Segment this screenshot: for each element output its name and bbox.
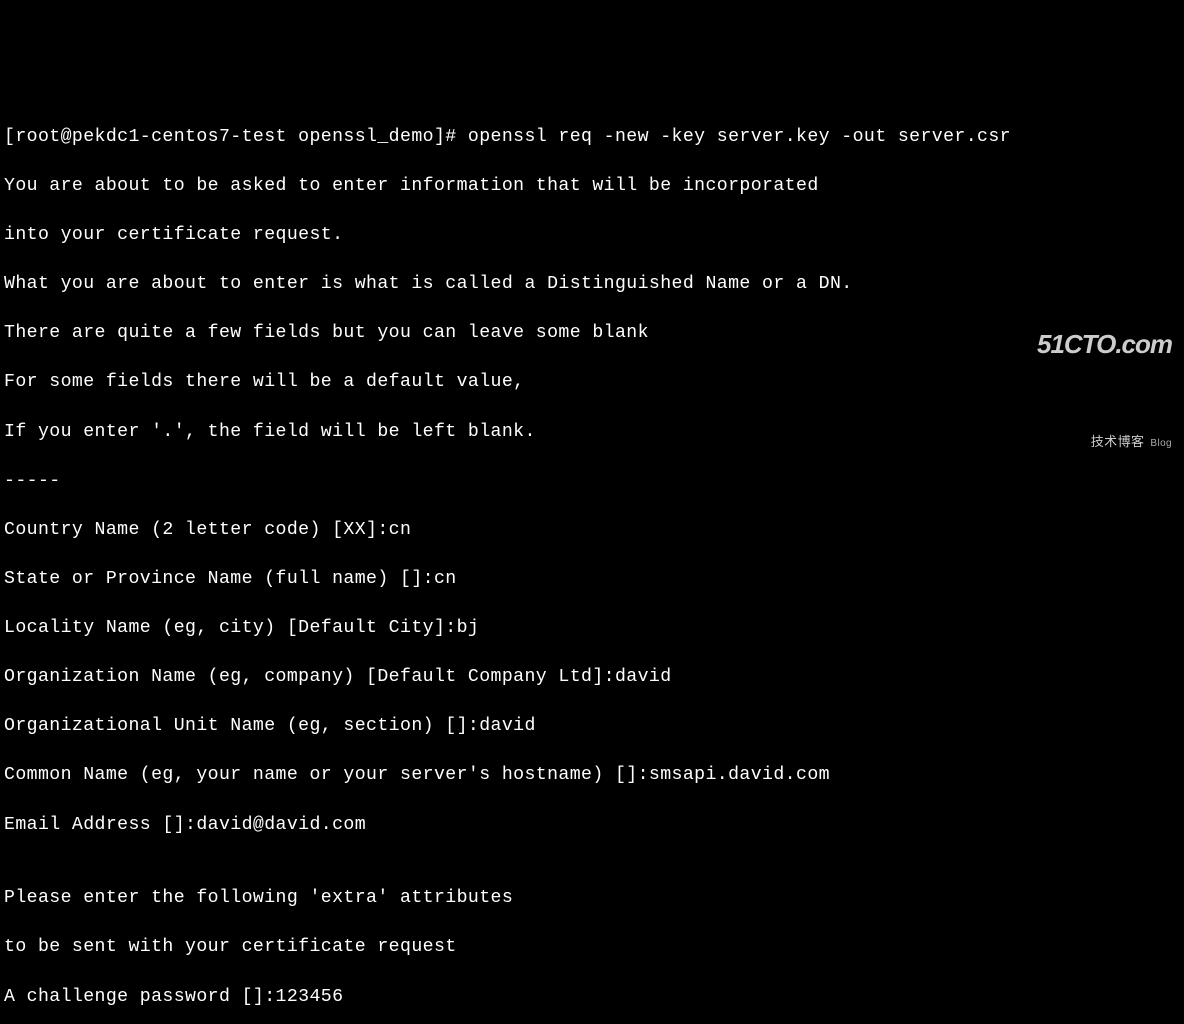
output-line: Common Name (eg, your name or your serve… [4, 763, 1180, 788]
output-line: State or Province Name (full name) []:cn [4, 567, 1180, 592]
output-line: Please enter the following 'extra' attri… [4, 886, 1180, 911]
output-line: If you enter '.', the field will be left… [4, 420, 1180, 445]
prompt-line: [root@pekdc1-centos7-test openssl_demo]#… [4, 125, 1180, 150]
shell-prompt: [root@pekdc1-centos7-test openssl_demo]# [4, 127, 468, 147]
output-line: to be sent with your certificate request [4, 935, 1180, 960]
output-line: For some fields there will be a default … [4, 370, 1180, 395]
output-line: Country Name (2 letter code) [XX]:cn [4, 518, 1180, 543]
terminal-output[interactable]: [root@pekdc1-centos7-test openssl_demo]#… [4, 100, 1180, 1024]
output-line: Email Address []:david@david.com [4, 813, 1180, 838]
output-line: ----- [4, 469, 1180, 494]
output-line: What you are about to enter is what is c… [4, 272, 1180, 297]
output-line: A challenge password []:123456 [4, 985, 1180, 1010]
output-line: You are about to be asked to enter infor… [4, 174, 1180, 199]
output-line: Organization Name (eg, company) [Default… [4, 665, 1180, 690]
output-line: into your certificate request. [4, 223, 1180, 248]
output-line: Locality Name (eg, city) [Default City]:… [4, 616, 1180, 641]
output-line: There are quite a few fields but you can… [4, 321, 1180, 346]
output-line: Organizational Unit Name (eg, section) [… [4, 714, 1180, 739]
command-text: openssl req -new -key server.key -out se… [468, 127, 1011, 147]
